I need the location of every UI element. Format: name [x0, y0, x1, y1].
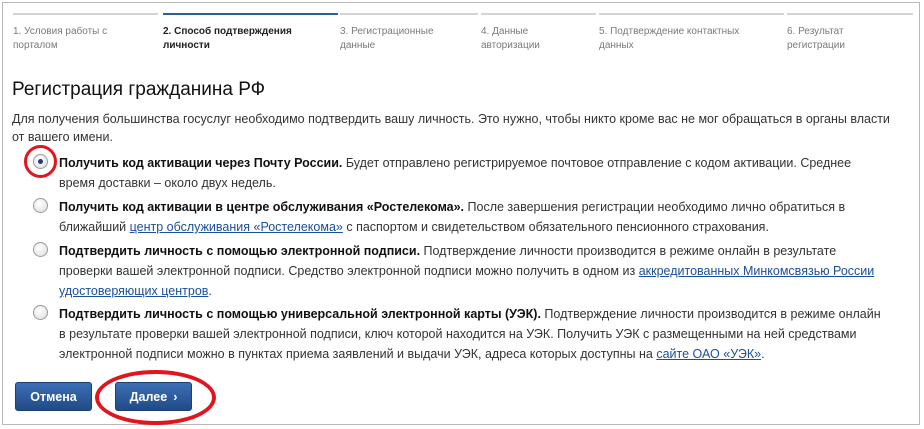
steps-bar: 1. Условия работы с порталом 2. Способ п…	[3, 3, 921, 59]
step-4-line2: авторизации	[481, 40, 540, 51]
option-uek-after: .	[761, 347, 765, 361]
step-5-line1: 5. Подтверждение контактных	[599, 26, 740, 37]
page-title: Регистрация гражданина РФ	[12, 79, 266, 100]
step-6-line1: 6. Результат	[787, 26, 844, 37]
step-2-line2: личности	[163, 40, 210, 51]
step-1-line1: 1. Условия работы с	[13, 26, 108, 37]
step-4[interactable]: 4. Данные авторизации	[481, 13, 596, 53]
option-post-title: Получить код активации через Почту Росси…	[59, 156, 343, 170]
uek-site-link[interactable]: сайте ОАО «УЭК»	[656, 347, 761, 361]
step-2: 2. Способ подтверждения личности	[163, 13, 338, 53]
option-esign-after: .	[208, 284, 212, 298]
option-esign-title: Подтвердить личность с помощью электронн…	[59, 244, 421, 258]
radio-esign[interactable]	[33, 242, 48, 257]
next-button[interactable]: Далее ›	[115, 382, 192, 411]
step-5-line2: данных	[599, 40, 634, 51]
option-uek-title: Подтвердить личность с помощью универсал…	[59, 307, 541, 321]
option-rostelecom-text: Получить код активации в центре обслужив…	[59, 197, 889, 237]
cancel-button[interactable]: Отмена	[15, 382, 92, 411]
registration-frame: 1. Условия работы с порталом 2. Способ п…	[2, 2, 920, 425]
option-uek-text: Подтвердить личность с помощью универсал…	[59, 304, 889, 364]
step-2-line1: 2. Способ подтверждения	[163, 26, 292, 37]
radio-rostelecom[interactable]	[33, 198, 48, 213]
step-1[interactable]: 1. Условия работы с порталом	[13, 13, 158, 53]
step-6[interactable]: 6. Результат регистрации	[787, 13, 913, 53]
step-3[interactable]: 3. Регистрационные данные	[340, 13, 478, 53]
option-rostelecom-title: Получить код активации в центре обслужив…	[59, 200, 465, 214]
intro-text: Для получения большинства госуслуг необх…	[12, 112, 890, 144]
option-esign-text: Подтвердить личность с помощью электронн…	[59, 241, 889, 301]
option-rostelecom-after: с паспортом и свидетельством обязательно…	[342, 220, 769, 234]
next-button-label: Далее	[129, 390, 168, 404]
step-1-line2: порталом	[13, 40, 58, 51]
option-post-text: Получить код активации через Почту Росси…	[59, 153, 889, 193]
step-6-line2: регистрации	[787, 40, 845, 51]
chevron-right-icon: ›	[173, 390, 178, 404]
step-3-line2: данные	[340, 40, 376, 51]
radio-post[interactable]	[33, 154, 48, 169]
step-5[interactable]: 5. Подтверждение контактных данных	[599, 13, 784, 53]
step-3-line1: 3. Регистрационные	[340, 26, 434, 37]
rostelecom-center-link[interactable]: центр обслуживания «Ростелекома»	[130, 220, 343, 234]
step-4-line1: 4. Данные	[481, 26, 529, 37]
radio-uek[interactable]	[33, 305, 48, 320]
